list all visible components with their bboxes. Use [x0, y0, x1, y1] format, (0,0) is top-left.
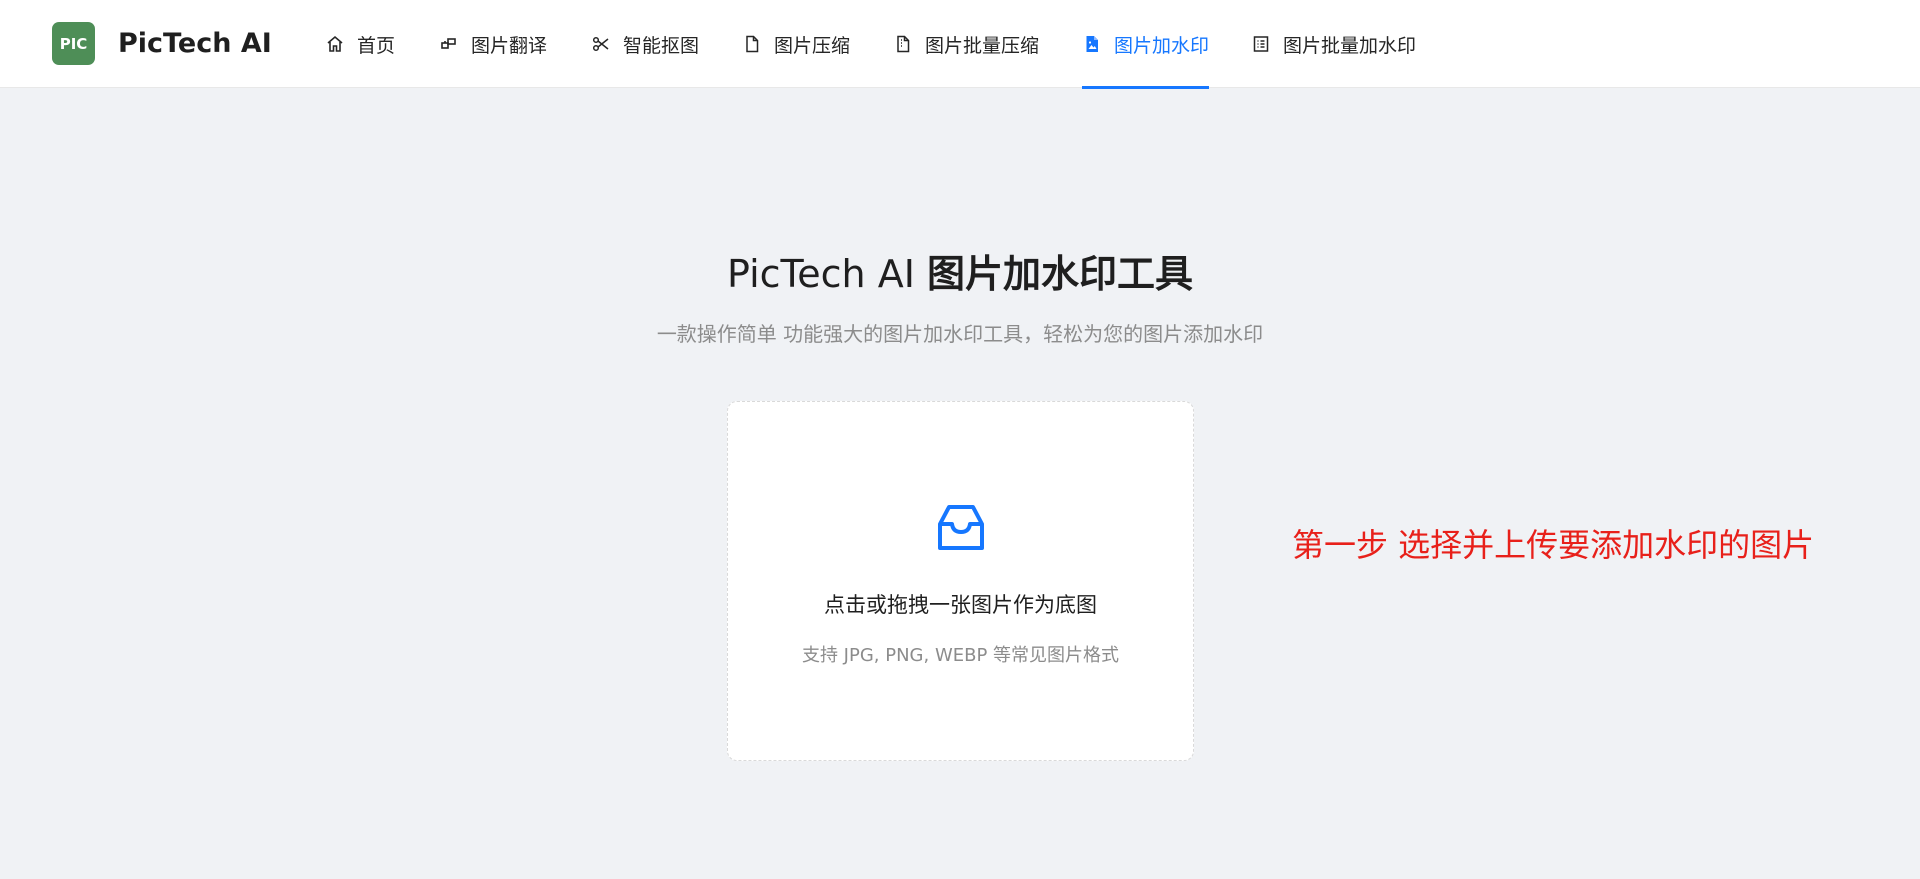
- scissors-icon: [591, 34, 611, 54]
- page-title-prefix: PicTech AI: [726, 252, 927, 296]
- nav-label: 首页: [357, 34, 396, 57]
- inbox-icon: [935, 502, 987, 554]
- file-image-icon: [1082, 34, 1102, 54]
- top-header: PIC PicTech AI 首页 图片翻译 智能抠图 图片压缩 图片批量压缩 …: [0, 0, 1920, 89]
- page-title-main: 图片加水印工具: [927, 252, 1194, 296]
- nav-label: 图片压缩: [774, 34, 851, 57]
- page-title: PicTech AI 图片加水印工具: [0, 243, 1920, 298]
- files-icon: [893, 34, 913, 54]
- nav-label: 图片加水印: [1114, 34, 1210, 57]
- nav-item-watermark[interactable]: 图片加水印: [1082, 0, 1210, 89]
- nav-item-translate[interactable]: 图片翻译: [439, 0, 547, 88]
- nav-item-compress[interactable]: 图片压缩: [742, 0, 850, 88]
- nav-item-batch-compress[interactable]: 图片批量压缩: [893, 0, 1039, 88]
- upload-dropzone[interactable]: 点击或拖拽一张图片作为底图 支持 JPG, PNG, WEBP 等常见图片格式: [727, 401, 1194, 761]
- nav-label: 图片翻译: [471, 34, 548, 57]
- nav-label: 智能抠图: [623, 34, 700, 57]
- translate-icon: [439, 34, 459, 54]
- nav-item-batch-watermark[interactable]: 图片批量加水印: [1251, 0, 1416, 88]
- step-instruction: 第一步 选择并上传要添加水印的图片: [1292, 526, 1815, 564]
- home-icon: [325, 34, 345, 54]
- upload-text: 点击或拖拽一张图片作为底图: [824, 593, 1097, 617]
- page-subtitle: 一款操作简单 功能强大的图片加水印工具，轻松为您的图片添加水印: [656, 322, 1264, 346]
- nav-label: 图片批量加水印: [1283, 34, 1417, 57]
- logo-text: PIC: [59, 34, 88, 53]
- logo[interactable]: PIC: [52, 22, 95, 65]
- upload-hint: 支持 JPG, PNG, WEBP 等常见图片格式: [801, 645, 1120, 666]
- nav-item-home[interactable]: 首页: [325, 0, 395, 88]
- brand-name[interactable]: PicTech AI: [118, 28, 272, 59]
- nav-label: 图片批量压缩: [925, 34, 1040, 57]
- file-icon: [742, 34, 762, 54]
- list-icon: [1251, 34, 1271, 54]
- nav-item-cutout[interactable]: 智能抠图: [591, 0, 699, 88]
